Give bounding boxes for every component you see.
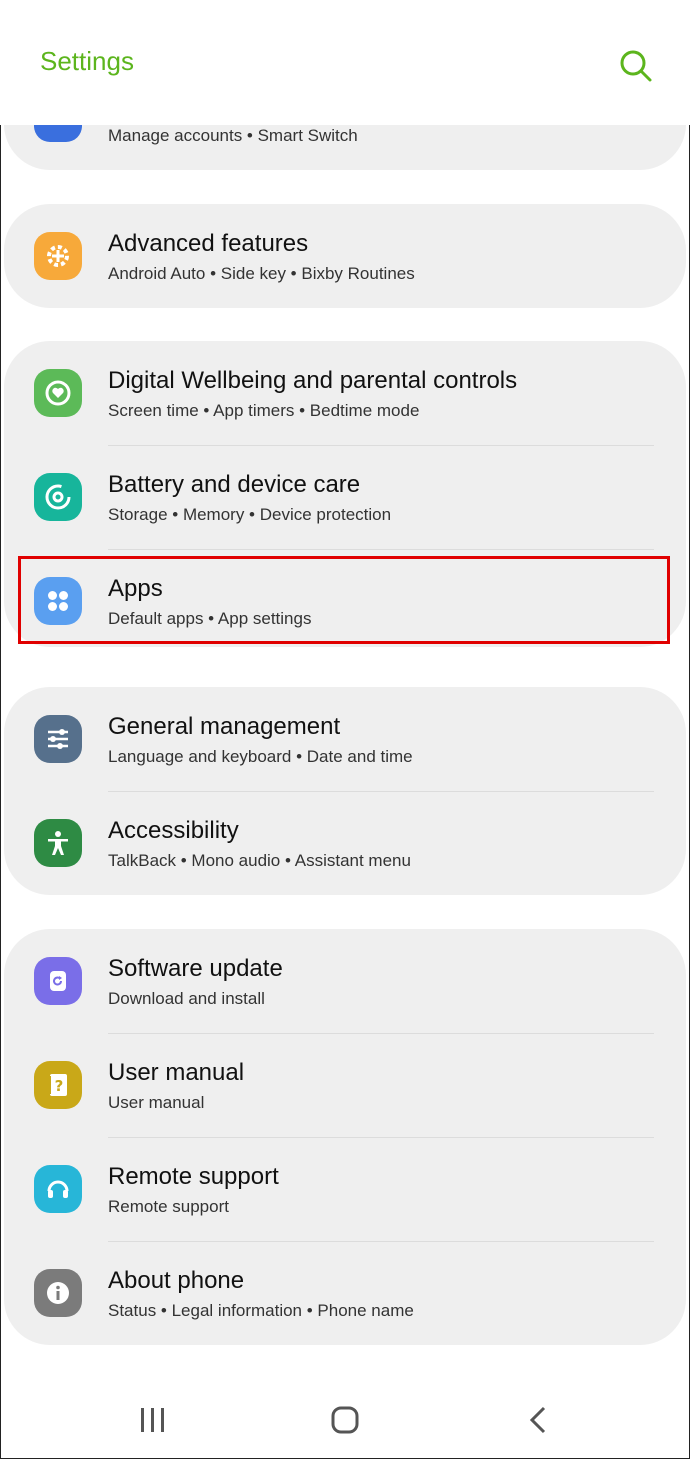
settings-item-subtitle: Storage • Memory • Device protection <box>108 505 392 524</box>
settings-item-title: Battery and device care <box>108 471 361 498</box>
settings-item-remote-support[interactable]: Remote support Remote support <box>4 1137 686 1241</box>
svg-text:?: ? <box>55 1077 64 1095</box>
settings-item-battery[interactable]: Battery and device care Storage • Memory… <box>4 445 686 549</box>
settings-item-title: User manual <box>108 1059 245 1086</box>
advanced-card: Advanced features Android Auto • Side ke… <box>4 204 686 308</box>
settings-item-subtitle: Download and install <box>108 989 265 1008</box>
settings-item-title: Accessibility <box>108 817 239 844</box>
settings-item-subtitle: Status • Legal information • Phone name <box>108 1301 414 1320</box>
settings-item-subtitle: Android Auto • Side key • Bixby Routines <box>108 264 415 283</box>
settings-item-title: About phone <box>108 1267 245 1294</box>
settings-item-subtitle: Remote support <box>108 1197 229 1216</box>
person-icon <box>34 819 82 867</box>
app-header: Settings <box>0 0 690 125</box>
sliders-icon <box>34 715 82 763</box>
info-icon <box>34 1269 82 1317</box>
page-title: Settings <box>40 46 134 76</box>
settings-item-digital-wellbeing[interactable]: Digital Wellbeing and parental controls … <box>4 341 686 445</box>
recent-apps-icon[interactable] <box>132 1400 172 1440</box>
settings-item-title: Remote support <box>108 1163 279 1190</box>
settings-item-title: General management <box>108 713 341 740</box>
headset-icon <box>34 1165 82 1213</box>
settings-item-advanced-features[interactable]: Advanced features Android Auto • Side ke… <box>4 204 686 308</box>
book-question-icon: ? <box>34 1061 82 1109</box>
settings-item-subtitle: User manual <box>108 1093 205 1112</box>
apps-highlight-box <box>18 556 670 644</box>
settings-item-general-management[interactable]: General management Language and keyboard… <box>4 687 686 791</box>
home-icon[interactable] <box>325 1400 365 1440</box>
general-card: General management Language and keyboard… <box>4 687 686 895</box>
update-icon <box>34 957 82 1005</box>
heart-ring-icon <box>34 369 82 417</box>
settings-item-subtitle: Screen time • App timers • Bedtime mode <box>108 401 420 420</box>
settings-item-subtitle: Manage accounts • Smart Switch <box>108 126 358 145</box>
search-icon[interactable] <box>616 46 654 84</box>
settings-item-user-manual[interactable]: ? User manual User manual <box>4 1033 686 1137</box>
refresh-ring-icon <box>34 473 82 521</box>
settings-item-title: Advanced features <box>108 230 309 257</box>
settings-item-title: Software update <box>108 955 283 982</box>
support-card: Software update Download and install ? U… <box>4 929 686 1345</box>
settings-item-title: Digital Wellbeing and parental controls <box>108 367 518 394</box>
settings-item-subtitle: Language and keyboard • Date and time <box>108 747 413 766</box>
settings-item-accessibility[interactable]: Accessibility TalkBack • Mono audio • As… <box>4 791 686 895</box>
plus-gear-icon <box>34 232 82 280</box>
settings-item-software-update[interactable]: Software update Download and install <box>4 929 686 1033</box>
navigation-bar <box>0 1380 690 1459</box>
settings-item-about-phone[interactable]: About phone Status • Legal information •… <box>4 1241 686 1345</box>
settings-item-subtitle: TalkBack • Mono audio • Assistant menu <box>108 851 411 870</box>
back-icon[interactable] <box>518 1400 558 1440</box>
